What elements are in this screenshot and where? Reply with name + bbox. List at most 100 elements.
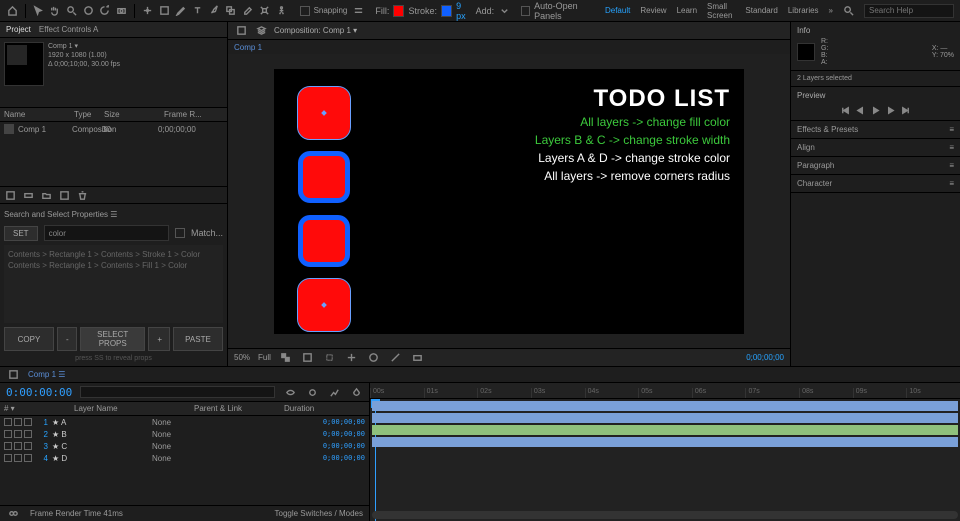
ws-default[interactable]: Default (605, 6, 630, 15)
help-search-input[interactable] (864, 4, 954, 18)
snap-opts-icon[interactable] (351, 4, 365, 18)
home-icon[interactable] (6, 4, 19, 18)
project-thumbnail[interactable] (4, 42, 44, 86)
stroke-swatch[interactable] (441, 5, 452, 17)
ws-standard[interactable]: Standard (745, 6, 777, 15)
pen-tool-icon[interactable] (174, 4, 187, 18)
shape-c[interactable] (298, 215, 350, 267)
ws-more-icon[interactable]: » (829, 6, 833, 15)
resolution[interactable]: Full (258, 353, 271, 362)
tab-project[interactable]: Project (6, 25, 31, 34)
effects-presets-panel[interactable]: Effects & Presets≡ (791, 121, 960, 139)
ws-small[interactable]: Small Screen (707, 2, 735, 20)
anchor-tool-icon[interactable] (141, 4, 154, 18)
shape-b[interactable] (298, 151, 350, 203)
play-icon[interactable] (870, 104, 882, 116)
autoopen-checkbox[interactable] (521, 6, 530, 16)
align-panel[interactable]: Align≡ (791, 139, 960, 157)
visibility-toggle[interactable] (4, 442, 12, 450)
ws-libraries[interactable]: Libraries (788, 6, 819, 15)
character-panel[interactable]: Character≡ (791, 175, 960, 193)
timeline-layer[interactable]: 4★ DNone0;00;00;00 (0, 452, 369, 464)
col-toggles[interactable]: # ▾ (4, 404, 74, 413)
shape-a[interactable] (298, 87, 350, 139)
mask-vis-icon[interactable] (301, 351, 315, 365)
trash-icon[interactable] (76, 189, 88, 201)
search-icon[interactable] (843, 4, 854, 18)
visibility-toggle[interactable] (4, 454, 12, 462)
channel-icon[interactable] (367, 351, 381, 365)
lock-toggle[interactable] (24, 442, 32, 450)
layer-bar[interactable] (372, 413, 958, 423)
tl-switch-icon[interactable] (6, 507, 20, 521)
last-frame-icon[interactable] (900, 104, 912, 116)
eraser-tool-icon[interactable] (241, 4, 254, 18)
puppet-tool-icon[interactable] (275, 4, 288, 18)
shy-icon[interactable] (283, 385, 297, 399)
blur-icon[interactable] (305, 385, 319, 399)
col-parent[interactable]: Parent & Link (194, 404, 284, 413)
ws-learn[interactable]: Learn (677, 6, 697, 15)
new-folder-icon[interactable] (40, 189, 52, 201)
region-icon[interactable] (323, 351, 337, 365)
add-menu-icon[interactable] (498, 4, 511, 18)
timeline-opts-icon[interactable] (6, 368, 20, 382)
clone-tool-icon[interactable] (225, 4, 238, 18)
comp-breadcrumb[interactable]: Comp 1 (234, 43, 262, 52)
match-checkbox[interactable] (175, 228, 185, 238)
roto-tool-icon[interactable] (258, 4, 271, 18)
snapping-checkbox[interactable] (300, 6, 310, 16)
comp-tab[interactable]: Composition: Comp 1 ▾ (274, 26, 357, 35)
guides-icon[interactable] (345, 351, 359, 365)
stroke-width[interactable]: 9 px (456, 1, 471, 21)
orbit-tool-icon[interactable] (82, 4, 95, 18)
fill-swatch[interactable] (393, 5, 404, 17)
toggle-switches[interactable]: Toggle Switches / Modes (275, 509, 364, 518)
exposure-icon[interactable] (389, 351, 403, 365)
visibility-toggle[interactable] (4, 418, 12, 426)
brush-tool-icon[interactable] (208, 4, 221, 18)
timeline-search[interactable] (80, 386, 275, 398)
visibility-toggle[interactable] (4, 430, 12, 438)
lock-toggle[interactable] (24, 418, 32, 426)
layer-icon[interactable] (254, 24, 268, 38)
plus-button[interactable]: + (148, 327, 170, 351)
layer-bar[interactable] (372, 437, 958, 447)
layer-bar[interactable] (372, 425, 958, 435)
snapshot-icon[interactable] (411, 351, 425, 365)
hand-tool-icon[interactable] (48, 4, 61, 18)
results-list[interactable]: Contents > Rectangle 1 > Contents > Stro… (4, 245, 223, 323)
lock-toggle[interactable] (24, 430, 32, 438)
col-layer-name[interactable]: Layer Name (74, 404, 194, 413)
viewer-time[interactable]: 0;00;00;00 (746, 353, 784, 362)
transparency-grid-icon[interactable] (279, 351, 293, 365)
new-comp-icon[interactable] (58, 189, 70, 201)
type-tool-icon[interactable] (191, 4, 204, 18)
col-duration[interactable]: Duration (284, 404, 314, 413)
graph-icon[interactable] (327, 385, 341, 399)
set-button[interactable]: SET (4, 226, 38, 241)
blend-icon[interactable] (349, 385, 363, 399)
tab-effect-controls[interactable]: Effect Controls A (39, 25, 98, 34)
zoom-tool-icon[interactable] (65, 4, 78, 18)
col-fps[interactable]: Frame R... (164, 110, 202, 119)
ws-review[interactable]: Review (640, 6, 666, 15)
col-size[interactable]: Size (104, 110, 164, 119)
selection-tool-icon[interactable] (32, 4, 45, 18)
paste-button[interactable]: PASTE (173, 327, 223, 351)
zoom-level[interactable]: 50% (234, 353, 250, 362)
mask-icon[interactable] (234, 24, 248, 38)
copy-button[interactable]: COPY (4, 327, 54, 351)
rotate-tool-icon[interactable] (99, 4, 112, 18)
search-prop-input[interactable] (44, 225, 169, 241)
timeline-layer[interactable]: 2★ BNone0;00;00;00 (0, 428, 369, 440)
select-props-button[interactable]: SELECT PROPS (80, 327, 145, 351)
bpc-icon[interactable] (22, 189, 34, 201)
lock-toggle[interactable] (24, 454, 32, 462)
solo-toggle[interactable] (14, 442, 22, 450)
solo-toggle[interactable] (14, 418, 22, 426)
current-timecode[interactable]: 0:00:00:00 (6, 386, 72, 399)
timeline-layer[interactable]: 1★ ANone0;00;00;00 (0, 416, 369, 428)
timeline-scrollbar[interactable] (372, 511, 958, 519)
solo-toggle[interactable] (14, 430, 22, 438)
